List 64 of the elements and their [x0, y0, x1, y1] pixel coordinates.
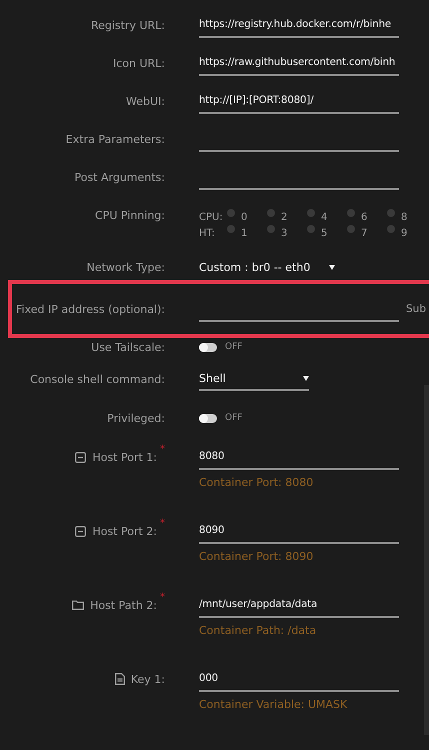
text-field[interactable]: https://registry.hub.docker.com/r/binhe [199, 12, 399, 38]
field-label: Fixed IP address (optional): [16, 302, 165, 316]
core-checkbox[interactable] [227, 224, 235, 232]
field-label: Post Arguments: [74, 170, 165, 184]
field-note: Container Port: 8090 [199, 550, 314, 563]
text-field[interactable]: 8090 [199, 518, 399, 544]
core-number: 3 [281, 228, 288, 238]
required-mark: * [160, 592, 165, 603]
field-label: Icon URL: [112, 56, 165, 70]
field-label: Sub [406, 303, 426, 315]
core-number: 9 [401, 228, 408, 238]
dropdown[interactable]: Custom : br0 -- eth0 [199, 255, 335, 279]
field-note: Container Port: 8080 [199, 476, 314, 489]
core-number: 2 [281, 212, 288, 222]
core-checkbox[interactable] [387, 208, 395, 216]
document-icon [114, 673, 125, 685]
field-label: Host Port 2: [92, 524, 157, 538]
core-number: 5 [321, 228, 328, 238]
text-field[interactable]: 8080 [199, 444, 399, 470]
text-field[interactable]: http://[IP]:[PORT:8080]/ [199, 88, 399, 114]
toggle-switch[interactable] [199, 342, 217, 352]
folder-icon [72, 600, 84, 610]
collapse-icon[interactable] [75, 452, 86, 462]
core-number: 1 [241, 228, 248, 238]
field-note: Container Path: /data [199, 624, 316, 637]
field-label: Registry URL: [90, 18, 165, 32]
dropdown[interactable]: Shell [199, 367, 309, 391]
core-checkbox[interactable] [227, 208, 235, 216]
caret-icon [329, 264, 335, 270]
collapse-icon[interactable] [75, 526, 86, 536]
text-field[interactable]: /mnt/user/appdata/data [199, 592, 399, 618]
core-checkbox[interactable] [307, 224, 315, 232]
field-note: Container Variable: UMASK [199, 698, 348, 711]
field-label: Use Tailscale: [91, 340, 165, 354]
core-number: 7 [361, 228, 368, 238]
core-checkbox[interactable] [307, 208, 315, 216]
core-checkbox[interactable] [347, 208, 355, 216]
field-label: CPU Pinning: [95, 208, 165, 222]
cpu-row-label: HT: [199, 228, 216, 238]
required-mark: * [160, 444, 165, 455]
cpu-row-label: CPU: [199, 212, 224, 222]
field-label: Key 1: [130, 672, 165, 686]
field-label: WebUI: [126, 94, 165, 108]
core-checkbox[interactable] [387, 224, 395, 232]
core-checkbox[interactable] [267, 208, 275, 216]
core-checkbox[interactable] [267, 224, 275, 232]
field-label: Extra Parameters: [66, 132, 165, 146]
core-number: 8 [401, 212, 408, 222]
core-number: 0 [241, 212, 248, 222]
field-label: Network Type: [86, 260, 165, 274]
field-label: Host Path 2: [90, 598, 157, 612]
field-label: Privileged: [107, 412, 165, 424]
core-number: 4 [321, 212, 328, 222]
toggle-state: OFF [225, 413, 242, 423]
core-checkbox[interactable] [347, 224, 355, 232]
text-field[interactable]: https://raw.githubusercontent.com/binh [199, 50, 399, 76]
field-label: Host Port 1: [92, 450, 157, 464]
field-label: Console shell command: [30, 372, 165, 386]
toggle-switch[interactable] [199, 414, 217, 422]
toggle-state: OFF [225, 342, 242, 352]
core-number: 6 [361, 212, 368, 222]
required-mark: * [160, 518, 165, 529]
text-field[interactable]: 000 [199, 666, 399, 692]
caret-icon [303, 376, 309, 380]
